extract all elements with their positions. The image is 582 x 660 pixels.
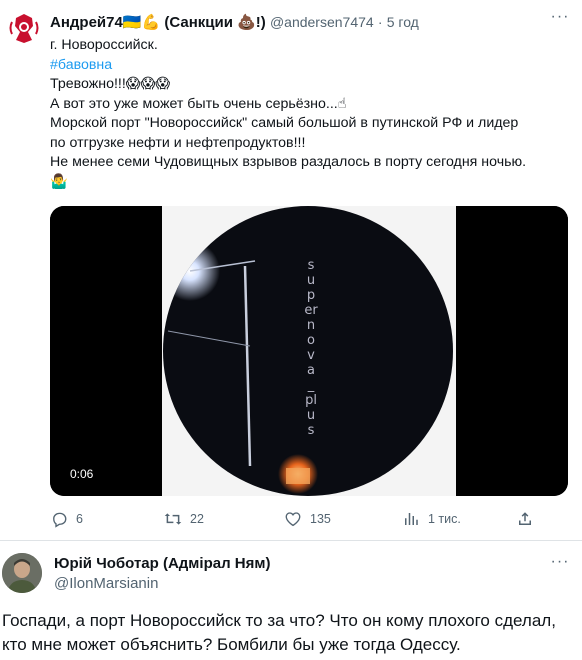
- text-line: Не менее семи Чудовищных взрывов раздало…: [50, 154, 527, 170]
- video-player[interactable]: supernova_plus 0:06: [50, 206, 568, 496]
- hashtag-link[interactable]: #бавовна: [50, 56, 570, 76]
- author-handle[interactable]: @andersen7474: [270, 14, 374, 30]
- reply-text: Госпади, а порт Новороссийск то за что? …: [2, 609, 578, 657]
- text-line: по отгрузке нефти и нефтепродуктов!!!: [50, 134, 306, 151]
- text-line: Морской порт "Новороссийск" самый большо…: [50, 115, 519, 131]
- share-button[interactable]: [516, 510, 534, 528]
- text-line: кто мне может объяснить? Бомбили бы уже …: [2, 635, 461, 654]
- retweet-button[interactable]: 22: [164, 510, 204, 528]
- video-watermark: supernova_plus: [304, 258, 318, 438]
- retweet-icon: [164, 513, 182, 525]
- views-button[interactable]: 1 тис.: [402, 510, 461, 528]
- text-line: Тревожно!!!😱😱😱: [50, 76, 171, 92]
- tweet-text: г. Новороссийск. #бавовна Тревожно!!!😱😱😱…: [50, 36, 570, 192]
- author-sanctions: (Санкции 💩!): [164, 14, 266, 31]
- reply-more-options-icon[interactable]: ···: [548, 554, 572, 575]
- heart-icon: [285, 512, 301, 527]
- separator: ·: [377, 14, 383, 30]
- reply-icon: [53, 512, 67, 528]
- like-count: 135: [310, 512, 331, 526]
- video-timestamp: 0:06: [66, 466, 98, 482]
- reply-avatar[interactable]: [2, 553, 42, 593]
- reply-author-name[interactable]: Юрій Чоботар (Адмірал Ням): [54, 555, 270, 572]
- reply-count: 6: [76, 512, 83, 526]
- reply-author-handle[interactable]: @IlonMarsianin: [54, 575, 158, 592]
- reply-button[interactable]: 6: [50, 510, 83, 528]
- tweet-header: Андрей74🇺🇦💪 (Санкции 💩!) @andersen7474 ·…: [50, 12, 419, 33]
- tweet[interactable]: Андрей74🇺🇦💪 (Санкции 💩!) @andersen7474 ·…: [0, 0, 582, 532]
- text-line: г. Новороссийск.: [50, 37, 158, 53]
- like-button[interactable]: 135: [284, 510, 331, 528]
- avatar-logo-icon: [7, 11, 41, 45]
- tweet-time[interactable]: 5 год: [387, 14, 419, 30]
- text-line: 🤷‍♂️: [50, 173, 68, 190]
- flag-emoji: 🇺🇦💪: [122, 14, 161, 31]
- retweet-count: 22: [190, 512, 204, 526]
- views-icon: [405, 513, 418, 525]
- more-options-icon[interactable]: ···: [548, 9, 572, 30]
- person-photo-icon: [2, 553, 42, 593]
- author-avatar[interactable]: [6, 10, 42, 46]
- views-count: 1 тис.: [428, 512, 461, 526]
- text-line: Госпади, а порт Новороссийск то за что? …: [2, 611, 556, 630]
- share-icon: [519, 512, 531, 525]
- author-name[interactable]: Андрей74: [50, 14, 123, 31]
- reply-tweet[interactable]: Юрій Чоботар (Адмірал Ням) @IlonMarsiani…: [0, 541, 582, 660]
- text-line: А вот это уже может быть очень серьёзно.…: [50, 95, 347, 112]
- tweet-actions: 6 22 135 1 тис.: [50, 510, 570, 532]
